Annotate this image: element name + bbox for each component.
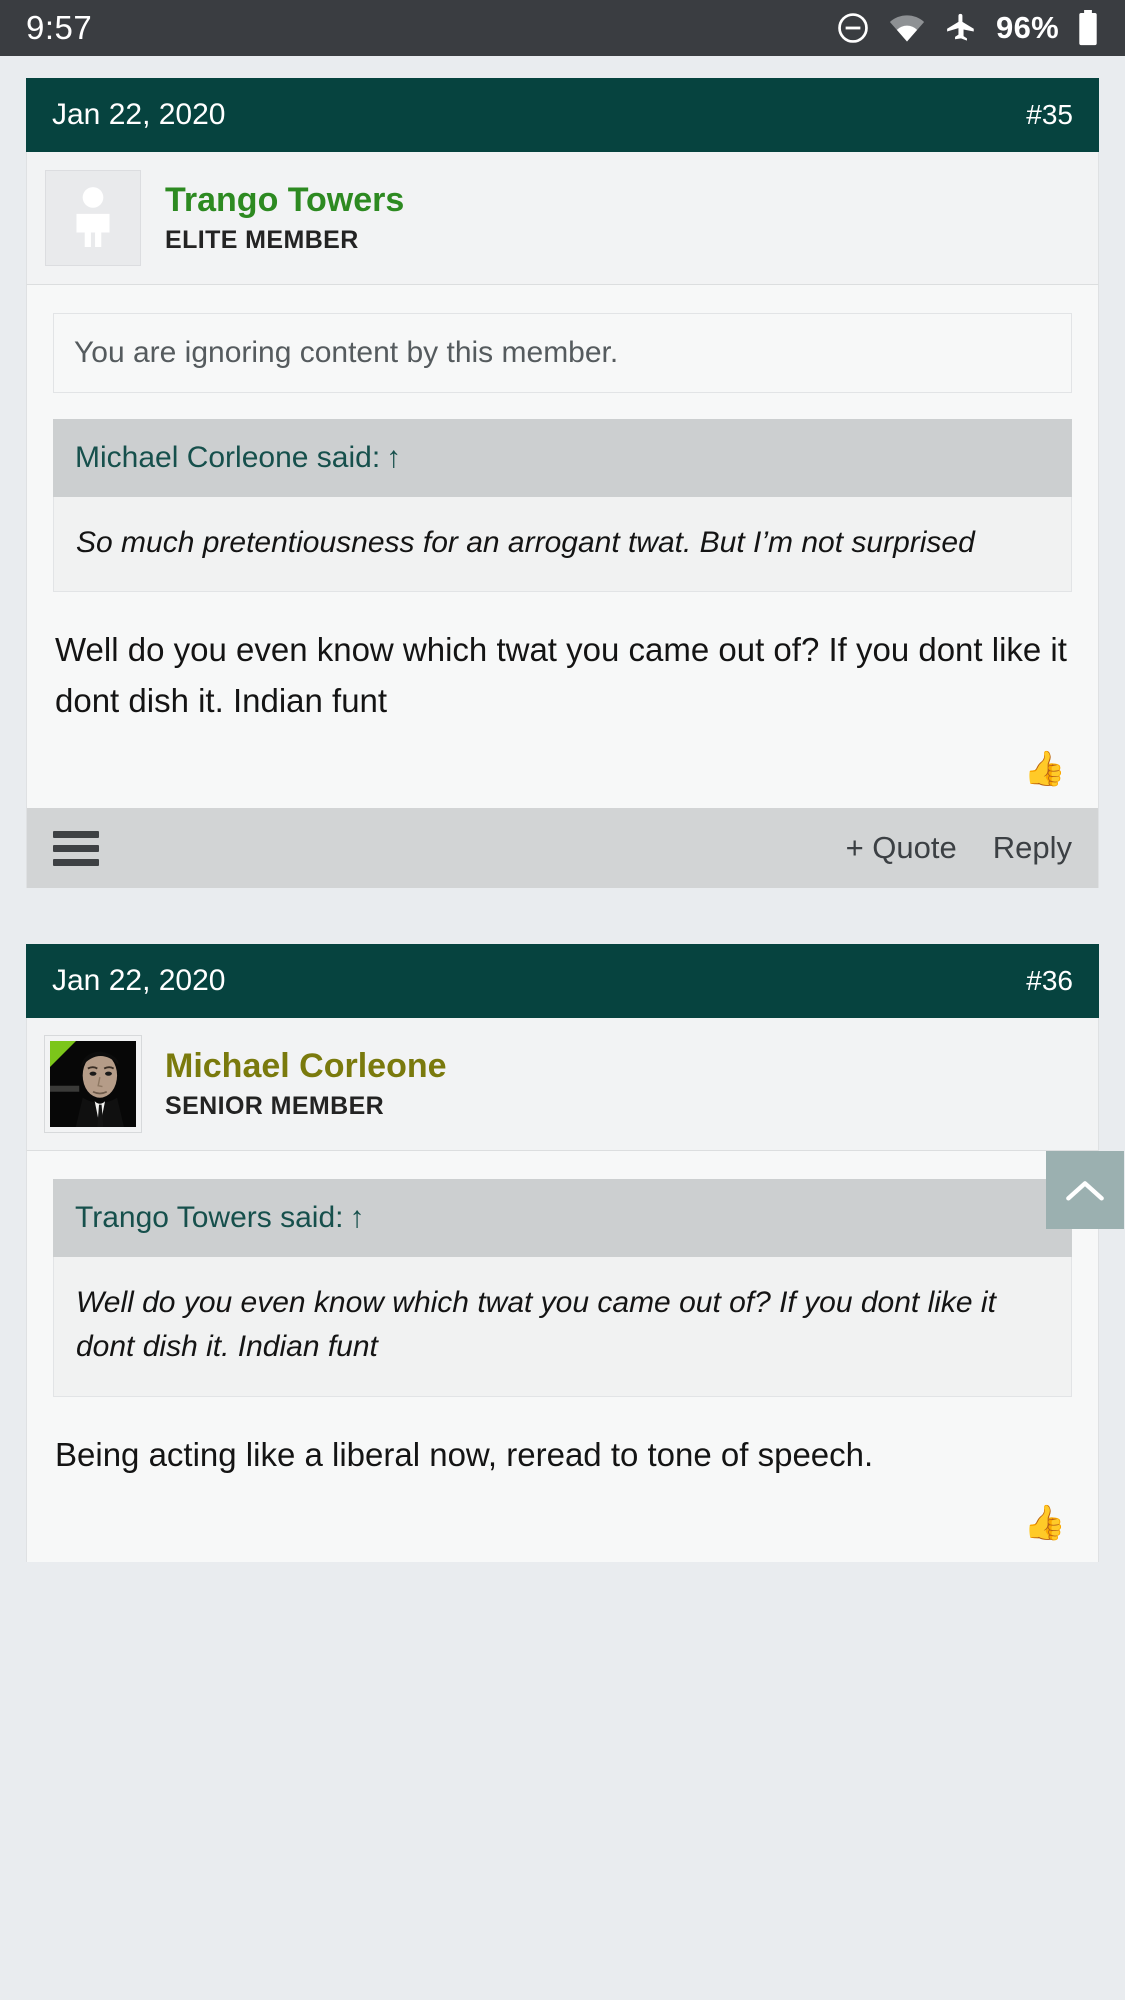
author-username[interactable]: Trango Towers [165, 181, 404, 220]
quote-author-label: Michael Corleone said: [75, 441, 381, 474]
quote-attribution[interactable]: Michael Corleone said: ↑ [53, 419, 1072, 497]
reaction-row: 👍 [53, 726, 1072, 790]
post-action-bar: + Quote Reply [26, 808, 1099, 889]
hamburger-bar [53, 830, 99, 838]
post-header: Jan 22, 2020 #35 [26, 78, 1099, 152]
thread-post-list: Jan 22, 2020 #35 Trango Towers ELITE MEM… [0, 56, 1125, 1562]
status-bar: 9:57 96% [0, 0, 1125, 56]
status-bar-icons: 96% [836, 10, 1099, 46]
reply-button[interactable]: Reply [993, 830, 1072, 866]
post-body: You are ignoring content by this member.… [26, 285, 1099, 809]
jump-to-quote-arrow-icon[interactable]: ↑ [349, 1201, 364, 1234]
wifi-icon [888, 13, 926, 43]
add-quote-button[interactable]: + Quote [846, 830, 957, 866]
post-number[interactable]: #36 [1026, 965, 1073, 997]
author-title: ELITE MEMBER [165, 226, 359, 255]
post-date: Jan 22, 2020 [52, 964, 226, 998]
post-number[interactable]: #35 [1026, 99, 1073, 131]
chevron-up-icon [1065, 1177, 1105, 1203]
post-item: Jan 22, 2020 #35 Trango Towers ELITE MEM… [26, 78, 1099, 889]
post-message-text: Well do you even know which twat you cam… [55, 631, 1067, 720]
online-status-badge [50, 1041, 76, 1068]
quote-attribution[interactable]: Trango Towers said: ↑ [53, 1179, 1072, 1258]
post-body: Trango Towers said: ↑ Well do you even kn… [26, 1151, 1124, 1562]
post-author-row: Trango Towers ELITE MEMBER [26, 152, 1099, 285]
ignore-notice[interactable]: You are ignoring content by this member. [53, 313, 1072, 393]
post-date: Jan 22, 2020 [52, 98, 226, 131]
battery-percent-label: 96% [996, 10, 1059, 45]
post-item: Jan 22, 2020 #36 Michael Corleone SENIOR… [26, 944, 1124, 1562]
scroll-to-top-button[interactable] [1046, 1151, 1124, 1230]
quote-block: Michael Corleone said: ↑ So much pretenti… [53, 419, 1072, 593]
author-username[interactable]: Michael Corleone [165, 1047, 447, 1086]
post-message-text: Being acting like a liberal now, reread … [55, 1435, 874, 1473]
post-header: Jan 22, 2020 #36 [26, 944, 1099, 1019]
battery-icon [1077, 10, 1099, 46]
quote-text: So much pretentiousness for an arrogant … [53, 497, 1072, 593]
jump-to-quote-arrow-icon[interactable]: ↑ [386, 441, 401, 474]
author-meta: Michael Corleone SENIOR MEMBER [165, 1047, 447, 1121]
quote-author-label: Trango Towers said: [75, 1201, 344, 1235]
thumbs-up-icon[interactable]: 👍 [1024, 1506, 1066, 1540]
do-not-disturb-icon [836, 11, 870, 45]
avatar[interactable] [45, 170, 141, 266]
quote-block: Trango Towers said: ↑ Well do you even kn… [53, 1179, 1072, 1397]
post-action-links: + Quote Reply [846, 830, 1072, 866]
author-meta: Trango Towers ELITE MEMBER [165, 181, 404, 255]
hamburger-icon[interactable] [53, 830, 99, 866]
quote-text: Well do you even know which twat you cam… [53, 1257, 1072, 1397]
status-bar-clock: 9:57 [26, 9, 93, 46]
airplane-mode-icon [944, 11, 978, 45]
hamburger-bar [53, 858, 99, 866]
author-title: SENIOR MEMBER [165, 1092, 385, 1121]
placeholder-person-icon [67, 185, 119, 252]
hamburger-bar [53, 844, 99, 852]
avatar[interactable] [44, 1035, 142, 1134]
post-author-row: Michael Corleone SENIOR MEMBER [26, 1018, 1099, 1152]
reaction-row: 👍 [53, 1480, 1072, 1544]
thumbs-up-icon[interactable]: 👍 [1024, 752, 1066, 786]
